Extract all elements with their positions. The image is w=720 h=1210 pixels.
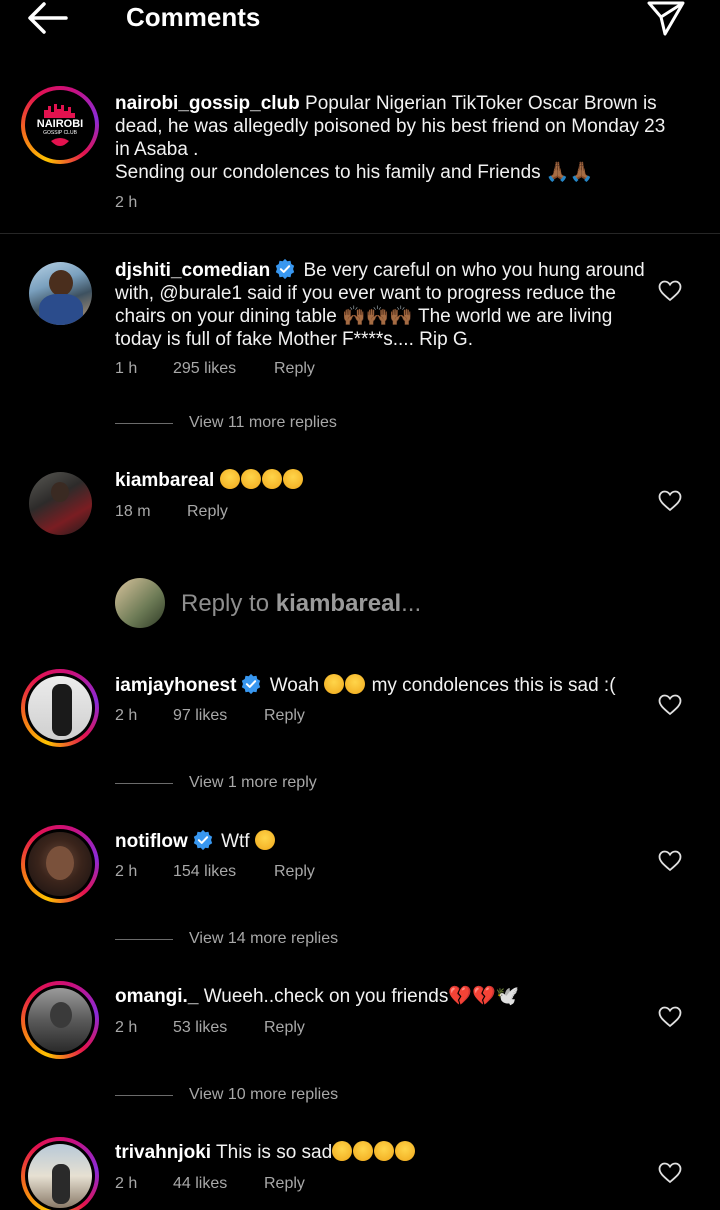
- view-more-label: View 14 more replies: [189, 930, 339, 947]
- comment-username[interactable]: kiambareal: [115, 470, 214, 491]
- send-icon[interactable]: [646, 0, 686, 36]
- comment-meta: 2 h 53 likes Reply: [115, 1019, 305, 1037]
- comment-username[interactable]: trivahnjoki: [115, 1142, 211, 1163]
- reply-prefix: Reply to: [181, 590, 276, 617]
- caption-time: 2 h: [115, 194, 138, 211]
- verified-badge-icon: [276, 258, 295, 280]
- caption-username[interactable]: nairobi_gossip_club: [115, 93, 300, 114]
- comment-text: kiambareal: [115, 469, 645, 492]
- heart-icon[interactable]: [658, 490, 682, 512]
- comment-likes[interactable]: 295 likes: [173, 360, 274, 378]
- divider: [115, 1094, 173, 1096]
- view-more-replies[interactable]: View 10 more replies: [115, 1086, 338, 1104]
- reply-button[interactable]: Reply: [187, 503, 228, 521]
- comment-body: Wueeh..check on you friends💔💔🕊️: [203, 986, 520, 1007]
- heart-icon[interactable]: [658, 1006, 682, 1028]
- hushed-face-emoji: [324, 674, 345, 694]
- comment-body: This is so sad: [216, 1142, 333, 1163]
- heart-icon[interactable]: [658, 694, 682, 716]
- comment-time: 2 h: [115, 707, 138, 724]
- comment-meta: 18 m Reply: [115, 503, 228, 521]
- view-more-replies[interactable]: View 1 more reply: [115, 774, 317, 792]
- comment-text: omangi._ Wueeh..check on you friends💔💔🕊️: [115, 985, 645, 1008]
- hushed-face-emoji: [345, 674, 366, 694]
- comment-time: 18 m: [115, 503, 151, 520]
- comment-text: iamjayhonest Woah my condolences this is…: [115, 673, 645, 697]
- comment-likes[interactable]: 97 likes: [173, 707, 264, 725]
- verified-badge-icon: [193, 829, 212, 851]
- avatar[interactable]: [21, 1137, 99, 1210]
- divider: [115, 938, 173, 940]
- comment-likes[interactable]: 154 likes: [173, 863, 274, 881]
- caption-text: nairobi_gossip_club Popular Nigerian Tik…: [115, 92, 675, 184]
- comment-time: 2 h: [115, 863, 138, 880]
- logo-subtext: GOSSIP CLUB: [43, 129, 77, 136]
- avatar[interactable]: [29, 472, 92, 535]
- comment-meta: 2 h 44 likes Reply: [115, 1175, 305, 1193]
- divider: [115, 422, 173, 424]
- crying-face-emoji: [395, 1141, 416, 1161]
- comment-username[interactable]: djshiti_comedian: [115, 260, 270, 281]
- comment-username[interactable]: iamjayhonest: [115, 675, 236, 696]
- comment-likes[interactable]: 53 likes: [173, 1019, 264, 1037]
- comment-username[interactable]: notiflow: [115, 831, 188, 852]
- comment-time: 1 h: [115, 360, 138, 377]
- comment-body-2: my condolences this is sad :(: [371, 675, 616, 696]
- comment-time: 2 h: [115, 1175, 138, 1192]
- avatar[interactable]: [21, 825, 99, 903]
- reply-placeholder: Reply to kiambareal...: [181, 590, 421, 618]
- post-caption: NAIROBI GOSSIP CLUB nairobi_gossip_club …: [0, 86, 720, 234]
- comment-meta: 2 h 154 likes Reply: [115, 863, 315, 881]
- reply-input[interactable]: Reply to kiambareal...: [115, 578, 675, 628]
- crying-face-emoji: [353, 1141, 374, 1161]
- comment-body: Woah: [269, 675, 320, 696]
- crying-face-emoji: [374, 1141, 395, 1161]
- view-more-replies[interactable]: View 14 more replies: [115, 930, 338, 948]
- crying-face-emoji: [219, 469, 240, 489]
- view-more-replies[interactable]: View 11 more replies: [115, 414, 337, 432]
- divider: [115, 782, 173, 784]
- caption-meta: 2 h: [115, 194, 137, 212]
- avatar[interactable]: NAIROBI GOSSIP CLUB: [21, 86, 99, 164]
- comment-likes[interactable]: 44 likes: [173, 1175, 264, 1193]
- crying-face-emoji: [282, 469, 303, 489]
- avatar[interactable]: [21, 669, 99, 747]
- view-more-label: View 1 more reply: [189, 774, 317, 791]
- heart-icon[interactable]: [658, 1162, 682, 1184]
- reply-button[interactable]: Reply: [274, 863, 315, 881]
- view-more-label: View 11 more replies: [189, 414, 337, 431]
- comment-username[interactable]: omangi._: [115, 986, 198, 1007]
- current-user-avatar: [115, 578, 165, 628]
- comment-meta: 1 h 295 likes Reply: [115, 360, 315, 378]
- logo-text: NAIROBI: [36, 117, 84, 130]
- reply-button[interactable]: Reply: [274, 360, 315, 378]
- comment-text: trivahnjoki This is so sad: [115, 1141, 645, 1164]
- back-arrow-icon[interactable]: [26, 0, 72, 36]
- avatar[interactable]: [21, 981, 99, 1059]
- verified-badge-icon: [242, 673, 261, 695]
- crying-face-emoji: [254, 830, 275, 850]
- reply-suffix: ...: [401, 590, 422, 617]
- comment-text: djshiti_comedian Be very careful on who …: [115, 258, 645, 351]
- reply-button[interactable]: Reply: [264, 707, 305, 725]
- crying-face-emoji: [261, 469, 282, 489]
- heart-icon[interactable]: [658, 850, 682, 872]
- comment-meta: 2 h 97 likes Reply: [115, 707, 305, 725]
- reply-button[interactable]: Reply: [264, 1019, 305, 1037]
- reply-button[interactable]: Reply: [264, 1175, 305, 1193]
- comment-time: 2 h: [115, 1019, 138, 1036]
- top-bar: Comments: [0, 0, 720, 40]
- caption-body-2: Sending our condolences to his family an…: [115, 162, 541, 183]
- view-more-label: View 10 more replies: [189, 1086, 339, 1103]
- crying-face-emoji: [332, 1141, 353, 1161]
- page-title: Comments: [126, 2, 261, 32]
- crying-face-emoji: [240, 469, 261, 489]
- comment-text: notiflow Wtf: [115, 829, 645, 853]
- avatar[interactable]: [29, 262, 92, 325]
- caption-emoji: 🙏🏾🙏🏾: [545, 162, 594, 183]
- comment-body: Wtf: [221, 831, 250, 852]
- heart-icon[interactable]: [658, 280, 682, 302]
- reply-target: kiambareal: [275, 590, 402, 617]
